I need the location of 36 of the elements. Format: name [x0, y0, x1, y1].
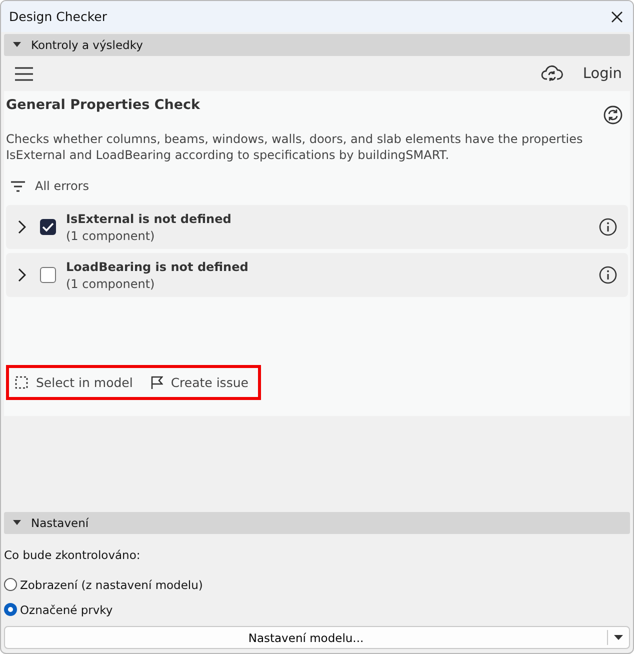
radio-button[interactable] — [4, 603, 17, 616]
radio-option[interactable]: Zobrazení (z nastavení modelu) — [4, 572, 630, 597]
selection-icon — [15, 376, 28, 389]
error-title: IsExternal is not defined — [66, 212, 232, 226]
create-issue-button[interactable]: Create issue — [150, 375, 248, 390]
radio-option[interactable]: Označené prvky — [4, 597, 630, 622]
chevron-right-icon[interactable] — [18, 268, 26, 282]
cloud-sync-icon[interactable] — [540, 64, 563, 84]
info-icon[interactable] — [599, 266, 617, 284]
radio-button[interactable] — [4, 578, 17, 591]
checkbox[interactable] — [40, 219, 56, 235]
component-count: (1 component) — [66, 276, 156, 290]
menu-icon[interactable] — [15, 66, 33, 80]
check-description: Checks whether columns, beams, windows, walls, doors, and slab elements have the properties IsExternal and LoadBearing according to specifications by buildingSMART. — [6, 131, 584, 163]
info-icon[interactable] — [599, 218, 617, 236]
select-in-model-button[interactable]: Select in model — [15, 375, 133, 390]
refresh-icon[interactable] — [603, 105, 623, 125]
login-button[interactable]: Login — [582, 66, 622, 82]
close-icon[interactable] — [611, 10, 623, 22]
checkbox[interactable] — [40, 267, 56, 283]
window-title: Design Checker — [9, 9, 107, 24]
error-row[interactable]: LoadBearing is not defined (1 component) — [6, 253, 628, 297]
error-row[interactable]: IsExternal is not defined (1 component) — [6, 205, 628, 249]
error-title: LoadBearing is not defined — [66, 260, 250, 274]
chevron-right-icon[interactable] — [18, 220, 26, 234]
collapse-icon — [13, 520, 21, 526]
filter-label[interactable]: All errors — [35, 179, 89, 193]
check-title: General Properties Check — [6, 97, 200, 113]
settings-question: Co bude zkontrolováno: — [4, 548, 142, 562]
section-header[interactable]: Kontroly a výsledky — [4, 34, 630, 56]
filter-icon[interactable] — [11, 180, 25, 192]
caret-icon — [614, 635, 623, 640]
flag-icon — [150, 376, 163, 389]
collapse-icon — [13, 42, 21, 48]
component-count: (1 component) — [66, 228, 156, 242]
section-header[interactable]: Nastavení — [4, 512, 630, 534]
